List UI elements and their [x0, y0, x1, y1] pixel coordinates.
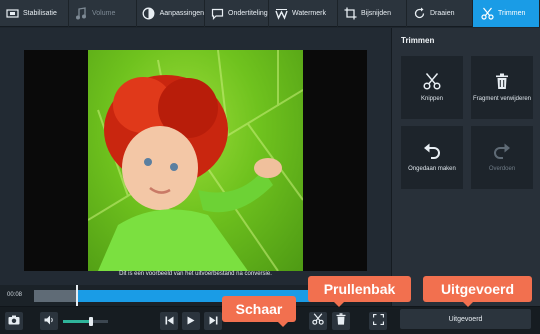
trash-icon [492, 71, 512, 91]
tab-label: Bijsnijden [361, 10, 391, 17]
current-time: 00:08 [7, 292, 23, 298]
cut-button[interactable]: Knippen [401, 56, 463, 119]
video-player[interactable] [24, 50, 367, 271]
scissors-icon [479, 6, 495, 22]
contrast-icon [141, 6, 157, 22]
redo-icon [492, 141, 512, 161]
crop-icon [342, 6, 358, 22]
trash-icon [336, 312, 346, 330]
play-button[interactable] [182, 312, 200, 330]
fullscreen-button[interactable] [369, 312, 387, 330]
tile-label: Knippen [420, 96, 444, 103]
rotate-icon [411, 6, 427, 22]
playhead-handle[interactable] [75, 285, 78, 307]
volume-level [63, 320, 91, 323]
tab-label: Draaien [430, 10, 455, 17]
snapshot-button[interactable] [5, 312, 23, 330]
music-note-icon [73, 6, 89, 22]
play-icon [187, 312, 195, 330]
trim-panel: Trimmen Knippen Fragment verwijderen Ong… [391, 28, 540, 306]
tab-aanpassingen[interactable]: Aanpassingen [137, 0, 205, 27]
cut-button-bottom[interactable] [309, 312, 327, 330]
skip-forward-icon [209, 312, 218, 330]
mute-button[interactable] [40, 312, 58, 330]
tab-draaien[interactable]: Draaien [407, 0, 473, 27]
tab-watermerk[interactable]: Watermerk [269, 0, 338, 27]
subtitle-bubble-icon [209, 6, 225, 22]
edit-toolbar: Stabilisatie Volume Aanpassingen Onderti… [0, 0, 540, 27]
tab-stabilisatie[interactable]: Stabilisatie [0, 0, 69, 27]
panel-title: Trimmen [401, 36, 435, 45]
export-button[interactable]: Uitgevoerd [400, 309, 531, 329]
preview-area [0, 28, 391, 285]
callout-prullenbak: Prullenbak [308, 276, 411, 307]
tile-label: Overdoen [488, 166, 516, 173]
watermark-icon [273, 6, 289, 22]
tile-label: Fragment verwijderen [472, 96, 532, 103]
scissors-icon [422, 71, 442, 91]
previous-frame-button[interactable] [160, 312, 178, 330]
volume-slider[interactable] [63, 317, 108, 326]
stabilize-icon [4, 6, 20, 22]
callout-schaar: Schaar [222, 296, 296, 327]
undo-icon [422, 141, 442, 161]
tab-volume[interactable]: Volume [69, 0, 137, 27]
delete-fragment-button[interactable]: Fragment verwijderen [471, 56, 533, 119]
tile-label: Ongedaan maken [408, 166, 456, 173]
tab-trimmen[interactable]: Trimmen [473, 0, 540, 27]
skip-back-icon [165, 312, 174, 330]
tab-bijsnijden[interactable]: Bijsnijden [338, 0, 407, 27]
tab-label: Ondertiteling [228, 10, 268, 17]
tab-label: Trimmen [498, 10, 526, 17]
tab-label: Volume [92, 10, 116, 17]
speaker-icon [44, 312, 55, 330]
callout-uitgevoerd: Uitgevoerd [423, 276, 532, 307]
video-frame-image [88, 50, 303, 271]
tab-ondertiteling[interactable]: Ondertiteling [205, 0, 269, 27]
volume-knob[interactable] [88, 317, 93, 326]
played-segment [34, 290, 77, 302]
tab-label: Stabilisatie [23, 10, 57, 17]
camera-icon [8, 312, 20, 330]
redo-button[interactable]: Overdoen [471, 126, 533, 189]
delete-button-bottom[interactable] [332, 312, 350, 330]
fullscreen-icon [372, 312, 384, 330]
tab-label: Watermerk [292, 10, 326, 17]
undo-button[interactable]: Ongedaan maken [401, 126, 463, 189]
next-frame-button[interactable] [204, 312, 222, 330]
tab-label: Aanpassingen [159, 10, 204, 17]
scissors-icon [312, 312, 324, 330]
